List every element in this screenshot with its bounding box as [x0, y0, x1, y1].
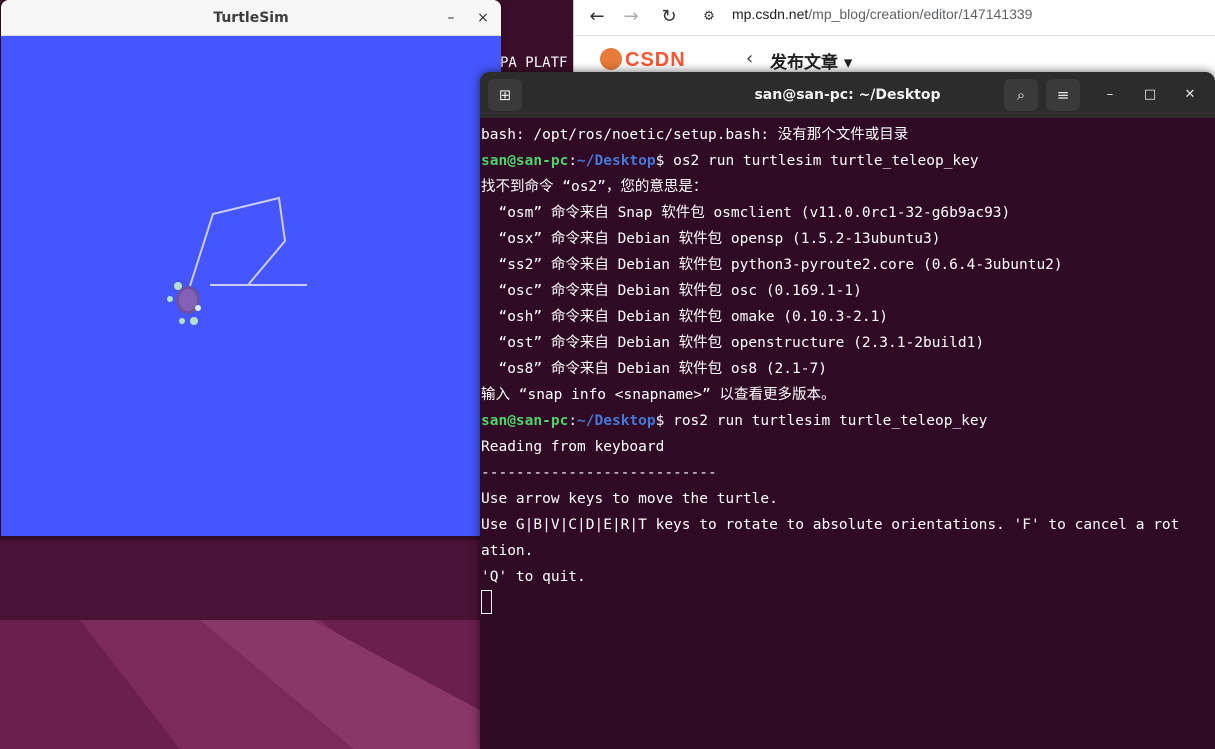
- wallpaper-shape: [0, 540, 480, 620]
- turtle-trail: [167, 196, 307, 325]
- output-line: “os8” 命令来自 Debian 软件包 os8 (2.1-7): [481, 361, 827, 377]
- output-line: 输入 “snap info <snapname>” 以查看更多版本。: [481, 387, 836, 403]
- background-window-text: PA PLATF: [500, 55, 568, 71]
- prompt-line: san@san-pc:~/Desktop$ ros2 run turtlesim…: [481, 413, 988, 429]
- output-line: “ss2” 命令来自 Debian 软件包 python3-pyroute2.c…: [481, 257, 1063, 273]
- prompt-path: ~/Desktop: [577, 153, 656, 169]
- prompt-path: ~/Desktop: [577, 413, 656, 429]
- output-line: 'Q' to quit.: [481, 569, 586, 585]
- mascot-icon: [600, 48, 622, 70]
- output-line: Use arrow keys to move the turtle.: [481, 491, 778, 507]
- back-arrow-icon[interactable]: ←: [584, 4, 610, 30]
- chevron-left-icon[interactable]: ‹: [746, 48, 753, 69]
- browser-toolbar: ← → ↻ ⚙ mp.csdn.net/mp_blog/creation/edi…: [574, 0, 1215, 36]
- output-line: bash: /opt/ros/noetic/setup.bash: 没有那个文件…: [481, 127, 909, 143]
- command-text: $ os2 run turtlesim turtle_teleop_key: [655, 153, 979, 169]
- terminal-titlebar[interactable]: ⊞ san@san-pc: ~/Desktop ⌕ ≡ – □ ✕: [480, 72, 1215, 118]
- csdn-logo[interactable]: CSDN: [600, 48, 686, 72]
- prompt-line: san@san-pc:~/Desktop$ os2 run turtlesim …: [481, 153, 979, 169]
- site-settings-icon[interactable]: ⚙: [696, 4, 722, 30]
- terminal-window[interactable]: ⊞ san@san-pc: ~/Desktop ⌕ ≡ – □ ✕ bash: …: [480, 72, 1215, 749]
- forward-arrow-icon[interactable]: →: [618, 4, 644, 30]
- turtlesim-canvas: [1, 36, 501, 536]
- logo-text: CSDN: [625, 49, 686, 71]
- reload-icon[interactable]: ↻: [656, 4, 682, 30]
- output-line: 找不到命令 “os2”，您的意思是：: [481, 179, 708, 195]
- page-title[interactable]: 发布文章 ▾: [770, 48, 852, 73]
- window-title: TurtleSim: [213, 10, 289, 26]
- close-button[interactable]: ✕: [1178, 83, 1202, 107]
- output-line: “osm” 命令来自 Snap 软件包 osmclient (v11.0.0rc…: [481, 205, 1011, 221]
- output-line: “ost” 命令来自 Debian 软件包 openstructure (2.3…: [481, 335, 985, 351]
- terminal-output[interactable]: bash: /opt/ros/noetic/setup.bash: 没有那个文件…: [480, 122, 1215, 749]
- menu-icon[interactable]: ≡: [1046, 79, 1080, 111]
- minimize-button[interactable]: –: [439, 6, 463, 30]
- url-path: /mp_blog/creation/editor/147141339: [808, 6, 1033, 22]
- turtle-icon: [167, 282, 201, 325]
- cursor-line: [481, 590, 1215, 616]
- output-line: ---------------------------: [481, 465, 717, 481]
- browser-window[interactable]: ← → ↻ ⚙ mp.csdn.net/mp_blog/creation/edi…: [573, 0, 1215, 80]
- output-line: ation.: [481, 543, 534, 559]
- prompt-user: san@san-pc: [481, 413, 569, 429]
- url-host: mp.csdn.net: [732, 6, 809, 22]
- output-line: “osx” 命令来自 Debian 软件包 opensp (1.5.2-13ub…: [481, 231, 941, 247]
- output-line: “osc” 命令来自 Debian 软件包 osc (0.169.1-1): [481, 283, 862, 299]
- output-line: Use G|B|V|C|D|E|R|T keys to rotate to ab…: [481, 517, 1180, 533]
- output-line: Reading from keyboard: [481, 439, 665, 455]
- text-cursor[interactable]: [481, 590, 492, 614]
- turtlesim-titlebar[interactable]: TurtleSim – ×: [1, 0, 501, 36]
- maximize-button[interactable]: □: [1138, 83, 1162, 107]
- command-text: $ ros2 run turtlesim turtle_teleop_key: [655, 413, 988, 429]
- output-line: “osh” 命令来自 Debian 软件包 omake (0.10.3-2.1): [481, 309, 889, 325]
- turtlesim-window[interactable]: TurtleSim – ×: [1, 0, 501, 536]
- close-button[interactable]: ×: [471, 6, 495, 30]
- search-icon[interactable]: ⌕: [1004, 79, 1038, 111]
- address-bar[interactable]: mp.csdn.net/mp_blog/creation/editor/1471…: [732, 2, 1215, 30]
- prompt-user: san@san-pc: [481, 153, 569, 169]
- minimize-button[interactable]: –: [1098, 83, 1122, 107]
